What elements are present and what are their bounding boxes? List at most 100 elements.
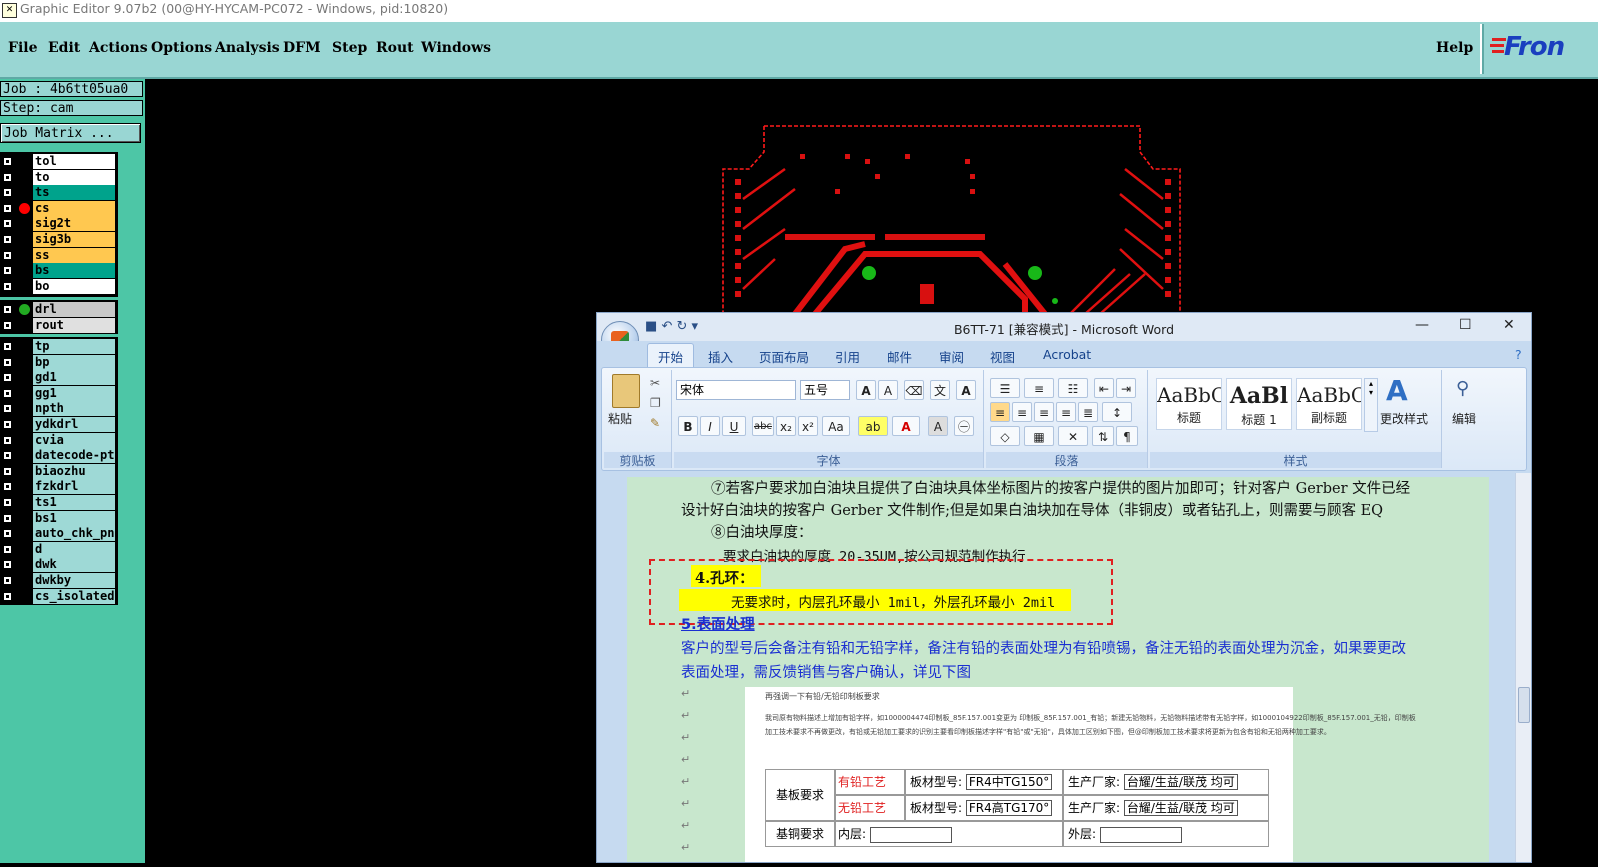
qat-dropdown-icon[interactable]: ▾ <box>692 319 699 334</box>
style-title[interactable]: AaBbC 标题 <box>1156 378 1222 430</box>
layer-checkbox[interactable] <box>3 591 12 601</box>
menu-edit[interactable]: Edit <box>48 40 80 56</box>
layer-name[interactable]: dwk <box>33 557 115 573</box>
maximize-icon[interactable]: ☐ <box>1459 317 1472 333</box>
style-subtitle[interactable]: AaBbC 副标题 <box>1296 378 1362 430</box>
layer-name[interactable]: fzkdrl <box>33 479 115 495</box>
align-center-icon[interactable]: ≡ <box>1012 402 1032 422</box>
bold-icon[interactable]: B <box>678 416 698 436</box>
menu-rout[interactable]: Rout <box>376 40 414 56</box>
menu-file[interactable]: File <box>8 40 37 56</box>
chinese-layout-icon[interactable]: ✕ <box>1058 426 1088 446</box>
tab-references[interactable]: 引用 <box>835 347 860 366</box>
superscript-icon[interactable]: x² <box>798 416 818 436</box>
layer-checkbox[interactable] <box>3 219 12 229</box>
layer-row-sig3b[interactable]: sig3b <box>1 232 117 247</box>
scrollbar-thumb[interactable] <box>1518 687 1530 723</box>
char-border-icon[interactable]: A <box>956 380 976 400</box>
layer-row-fzkdrl[interactable]: fzkdrl <box>1 479 117 495</box>
styles-scroll-icon[interactable]: ▴ ▾ <box>1364 378 1378 432</box>
menu-help[interactable]: Help <box>1436 40 1473 56</box>
layer-row-bp[interactable]: bp <box>1 354 117 370</box>
minimize-icon[interactable]: — <box>1415 317 1429 333</box>
layer-checkbox[interactable] <box>3 560 12 570</box>
undo-icon[interactable]: ↶ <box>661 319 672 334</box>
layer-checkbox[interactable] <box>3 320 12 330</box>
layer-row-drl[interactable]: drl <box>1 302 117 317</box>
shading-icon[interactable]: ◇ <box>990 426 1020 446</box>
edit-label[interactable]: 编辑 <box>1452 410 1476 427</box>
strikethrough-icon[interactable]: abc <box>752 416 774 436</box>
layer-checkbox[interactable] <box>3 342 12 351</box>
layer-row-bs1[interactable]: bs1 <box>1 510 117 526</box>
layer-name[interactable]: ydkdrl <box>33 417 115 432</box>
layer-row-biaozhu[interactable]: biaozhu <box>1 463 117 479</box>
layer-row-bo[interactable]: bo <box>1 278 117 294</box>
layer-row-rout[interactable]: rout <box>1 317 117 333</box>
layer-name[interactable]: npth <box>33 401 115 417</box>
layer-name[interactable]: gg1 <box>33 385 115 401</box>
layer-name[interactable]: ts1 <box>33 495 115 510</box>
layer-checkbox[interactable] <box>3 235 12 244</box>
layer-name[interactable]: datecode-pte <box>33 448 115 464</box>
line-spacing-icon[interactable]: ↕ <box>1102 402 1132 422</box>
tab-view[interactable]: 视图 <box>990 347 1015 366</box>
layer-checkbox[interactable] <box>3 513 12 523</box>
layer-row-auto-chk-pn1[interactable]: auto_chk_pn1 <box>1 526 117 542</box>
layer-checkbox[interactable] <box>3 250 12 260</box>
bullets-icon[interactable]: ☰ <box>990 378 1020 398</box>
italic-icon[interactable]: I <box>700 416 720 436</box>
layer-name[interactable]: drl <box>33 302 115 317</box>
menu-actions[interactable]: Actions <box>89 40 148 56</box>
layer-name[interactable]: cs <box>33 200 115 216</box>
layer-checkbox[interactable] <box>3 435 12 445</box>
layer-checkbox[interactable] <box>3 466 12 476</box>
change-styles-label[interactable]: 更改样式 <box>1380 410 1428 427</box>
layer-name[interactable]: gd1 <box>33 370 115 386</box>
help-icon[interactable]: ? <box>1515 347 1522 362</box>
redo-icon[interactable]: ↻ <box>676 319 687 334</box>
tab-insert[interactable]: 插入 <box>708 347 733 366</box>
style-heading1[interactable]: AaBl 标题 1 <box>1226 378 1292 430</box>
layer-row-cs[interactable]: cs <box>1 200 117 216</box>
layer-name[interactable]: bo <box>33 278 115 294</box>
tab-acrobat[interactable]: Acrobat <box>1043 347 1091 362</box>
layer-name[interactable]: bs1 <box>33 510 115 526</box>
justify-icon[interactable]: ≡ <box>1056 402 1076 422</box>
layer-row-gg1[interactable]: gg1 <box>1 385 117 401</box>
layer-row-d[interactable]: d <box>1 541 117 557</box>
layer-checkbox[interactable] <box>3 420 12 429</box>
font-size-combo[interactable]: 五号 <box>800 380 850 400</box>
layer-name[interactable]: tol <box>33 154 115 169</box>
layer-checkbox[interactable] <box>3 529 12 539</box>
layer-row-ts1[interactable]: ts1 <box>1 495 117 510</box>
tab-review[interactable]: 审阅 <box>939 347 964 366</box>
layer-row-gd1[interactable]: gd1 <box>1 370 117 386</box>
borders-icon[interactable]: ▦ <box>1024 426 1054 446</box>
underline-icon[interactable]: U <box>722 416 746 436</box>
tab-mailings[interactable]: 邮件 <box>887 347 912 366</box>
layer-name[interactable]: ss <box>33 247 115 263</box>
layer-name[interactable]: biaozhu <box>33 463 115 479</box>
cut-icon[interactable]: ✂ <box>650 376 660 390</box>
save-icon[interactable]: ■ <box>645 319 657 334</box>
layer-checkbox[interactable] <box>3 266 12 276</box>
layer-row-tol[interactable]: tol <box>1 154 117 169</box>
char-shading-icon[interactable]: A <box>928 416 948 436</box>
layer-row-cvia[interactable]: cvia <box>1 432 117 448</box>
distributed-icon[interactable]: ≣ <box>1078 402 1098 422</box>
layer-checkbox[interactable] <box>3 482 12 492</box>
layer-row-to[interactable]: to <box>1 169 117 185</box>
decrease-indent-icon[interactable]: ⇤ <box>1094 378 1114 398</box>
layer-name[interactable]: ts <box>33 185 115 201</box>
layer-row-cs-isolated[interactable]: cs_isolated <box>1 588 117 604</box>
numbering-icon[interactable]: ≡ <box>1024 378 1054 398</box>
layer-checkbox[interactable] <box>3 203 12 213</box>
menu-options[interactable]: Options <box>151 40 212 56</box>
increase-indent-icon[interactable]: ⇥ <box>1116 378 1136 398</box>
grow-font-icon[interactable]: A <box>856 380 876 400</box>
layer-name[interactable]: sig3b <box>33 232 115 247</box>
layer-checkbox[interactable] <box>3 188 12 198</box>
layer-checkbox[interactable] <box>3 498 12 507</box>
layer-row-bs[interactable]: bs <box>1 263 117 279</box>
